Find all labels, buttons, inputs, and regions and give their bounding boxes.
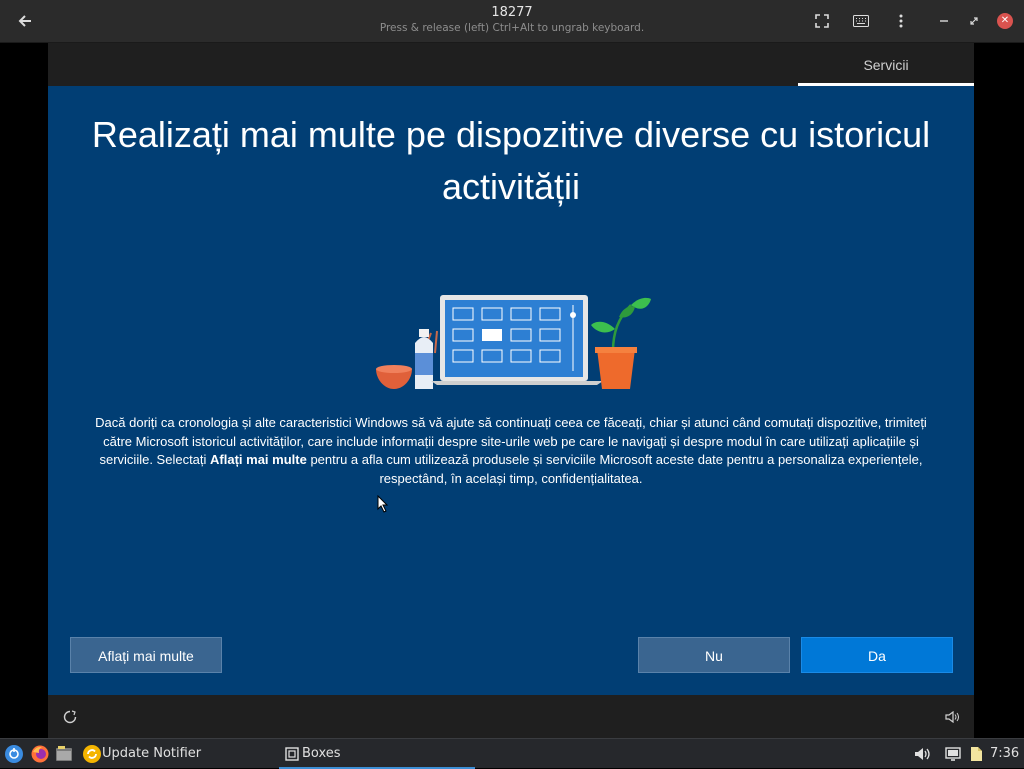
clipboard-icon[interactable]	[966, 744, 986, 764]
fullscreen-icon	[815, 14, 829, 28]
vm-volume-button[interactable]	[942, 707, 962, 727]
boxes-label: Boxes	[302, 746, 341, 761]
firefox-icon[interactable]	[30, 744, 50, 764]
laptop-icon	[431, 295, 603, 385]
menu-button[interactable]	[889, 10, 913, 32]
restore-button[interactable]	[962, 10, 986, 32]
speaker-icon	[945, 710, 959, 724]
activity-history-illustration	[376, 295, 651, 389]
learn-more-inline: Aflați mai multe	[210, 452, 307, 467]
ease-of-access-icon	[63, 710, 77, 724]
kebab-menu-icon	[899, 14, 903, 28]
yes-button[interactable]: Da	[801, 637, 953, 673]
tab-services: Servicii	[798, 43, 974, 86]
page-title: Realizați mai multe pe dispozitive diver…	[91, 114, 931, 207]
update-notifier-label[interactable]: Update Notifier	[102, 739, 201, 769]
description-part-2: pentru a afla cum utilizează produsele ș…	[306, 452, 923, 486]
volume-icon[interactable]	[912, 744, 932, 764]
start-menu-icon[interactable]	[4, 744, 24, 764]
no-button[interactable]: Nu	[638, 637, 790, 673]
boxes-icon	[285, 747, 299, 761]
close-icon: ✕	[1000, 15, 1010, 26]
plant-icon	[591, 297, 651, 389]
close-button[interactable]: ✕	[997, 13, 1013, 29]
ease-of-access-button[interactable]	[60, 707, 80, 727]
vm-screen[interactable]: Servicii Realizați mai multe pe dispozit…	[48, 43, 974, 738]
bottle-icon	[415, 329, 433, 389]
file-manager-icon[interactable]	[54, 744, 74, 764]
oobe-top-bar: Servicii	[48, 43, 974, 86]
restore-icon	[970, 17, 978, 25]
taskbar-item-boxes[interactable]: Boxes	[279, 739, 475, 769]
update-notifier-icon[interactable]	[82, 744, 102, 764]
minimize-button[interactable]	[932, 10, 956, 32]
keyboard-button[interactable]	[849, 10, 873, 32]
host-taskbar: Update Notifier Boxes 7:36	[0, 738, 1024, 769]
fullscreen-button[interactable]	[810, 10, 834, 32]
network-icon[interactable]	[943, 744, 963, 764]
boxes-title-bar: 18277 Press & release (left) Ctrl+Alt to…	[0, 0, 1024, 43]
description-text: Dacă doriți ca cronologia și alte caract…	[88, 414, 934, 488]
oobe-bottom-bar	[48, 695, 974, 738]
learn-more-button[interactable]: Aflați mai multe	[70, 637, 222, 673]
minimize-icon	[940, 20, 948, 22]
keyboard-icon	[853, 15, 869, 27]
mouse-cursor-icon	[377, 495, 389, 513]
clock[interactable]: 7:36	[990, 739, 1019, 769]
